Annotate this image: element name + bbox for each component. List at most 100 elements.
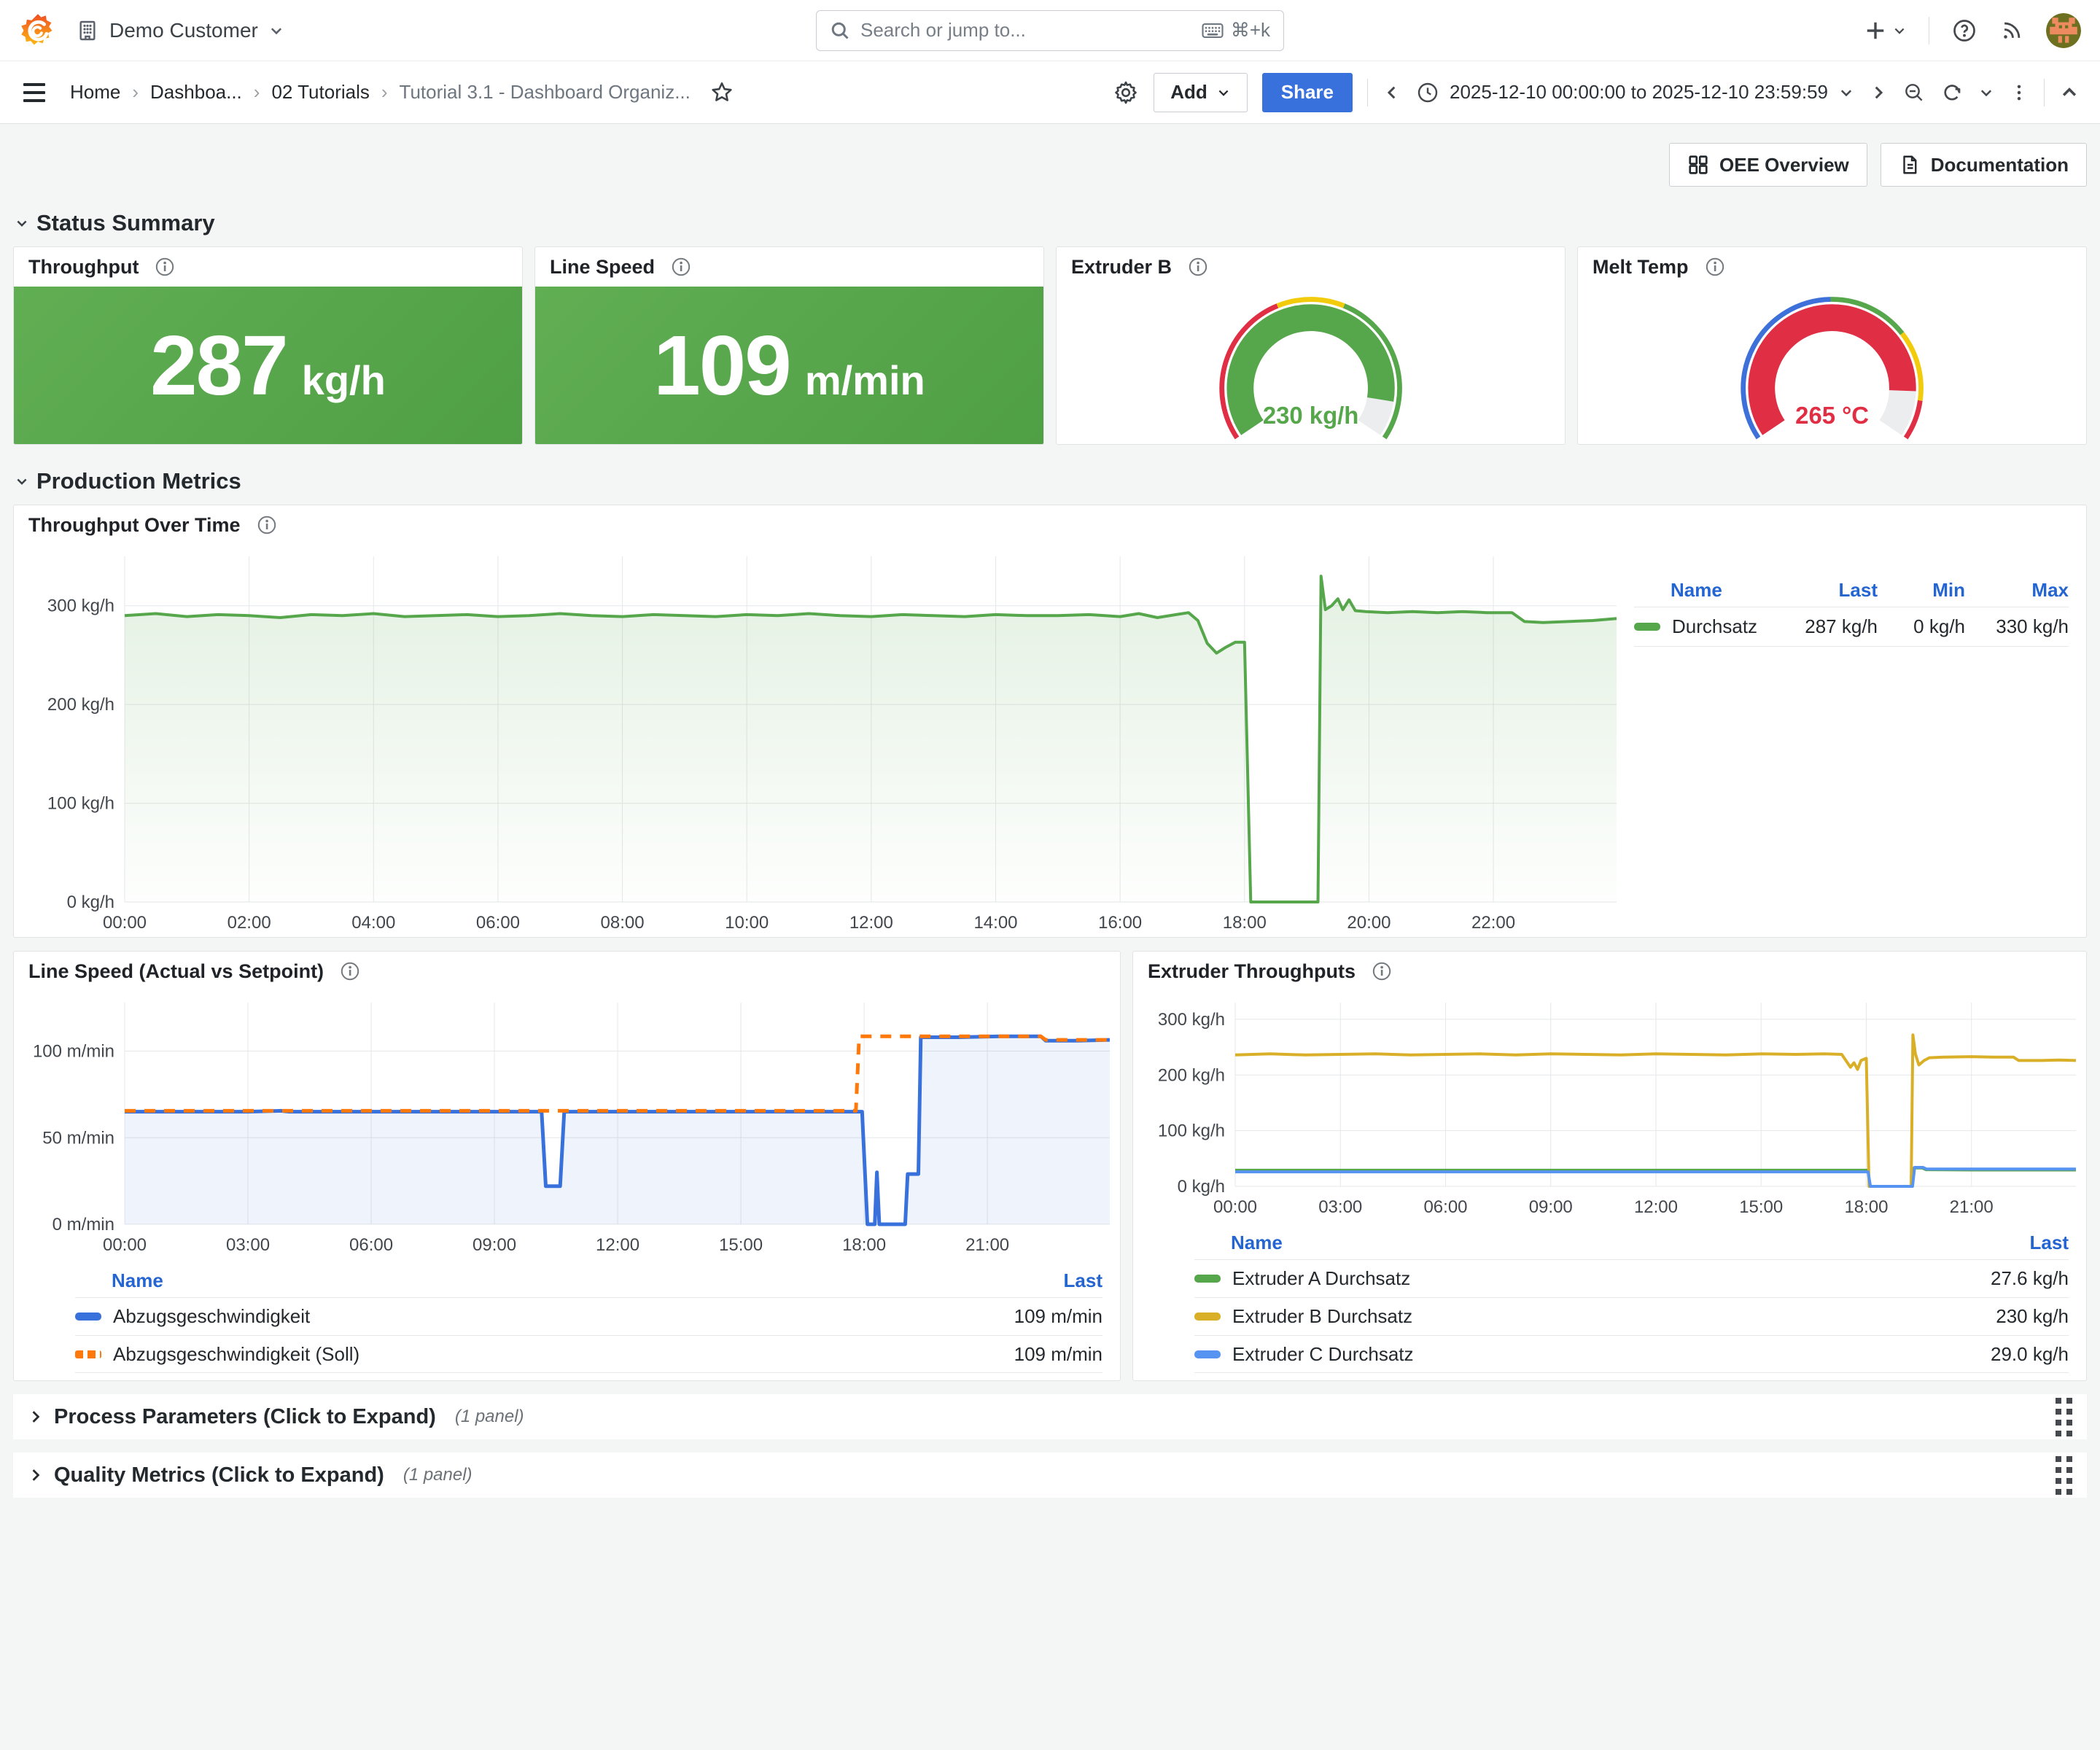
- legend-header-min[interactable]: Min: [1878, 579, 1965, 602]
- breadcrumb-dashboards[interactable]: Dashboa...: [150, 81, 242, 104]
- extruder-throughputs-chart[interactable]: 0 kg/h100 kg/h200 kg/h300 kg/h00:0003:00…: [1133, 991, 2086, 1221]
- add-button[interactable]: Add: [1154, 73, 1248, 112]
- svg-text:300 kg/h: 300 kg/h: [47, 596, 114, 616]
- legend-row[interactable]: Extruder A Durchsatz 27.6 kg/h: [1194, 1259, 2069, 1297]
- refresh-interval-dropdown[interactable]: [1978, 85, 1994, 101]
- time-shift-back-button[interactable]: [1382, 83, 1401, 102]
- breadcrumb-separator: ›: [132, 81, 139, 104]
- breadcrumb-folder[interactable]: 02 Tutorials: [271, 81, 369, 104]
- grafana-dashboard: Demo Customer ⌘+k: [0, 0, 2100, 1750]
- legend-header-name[interactable]: Name: [75, 1269, 1064, 1292]
- line-speed-chart[interactable]: 0 m/min50 m/min100 m/min00:0003:0006:000…: [14, 991, 1120, 1259]
- row-process-parameters[interactable]: Process Parameters (Click to Expand) (1 …: [13, 1394, 2087, 1439]
- panel-title[interactable]: Throughput: [28, 256, 139, 279]
- org-switcher[interactable]: Demo Customer: [76, 19, 284, 42]
- legend-header-last[interactable]: Last: [2030, 1232, 2069, 1254]
- stat-value-area[interactable]: 109 m/min: [535, 287, 1043, 444]
- drag-handle-icon[interactable]: [2056, 1398, 2072, 1436]
- favorite-button[interactable]: [709, 80, 734, 105]
- throughput-chart[interactable]: 0 kg/h100 kg/h200 kg/h300 kg/h00:0002:00…: [14, 545, 1627, 937]
- svg-text:12:00: 12:00: [596, 1235, 639, 1255]
- chevron-up-icon: [2059, 82, 2080, 103]
- zoom-out-button[interactable]: [1902, 81, 1926, 104]
- search-input[interactable]: [860, 19, 1191, 42]
- panel-title[interactable]: Extruder B: [1071, 256, 1172, 279]
- oee-overview-link[interactable]: OEE Overview: [1669, 143, 1867, 187]
- legend-header-last[interactable]: Last: [1767, 579, 1878, 602]
- svg-text:100 kg/h: 100 kg/h: [1158, 1121, 1225, 1141]
- stat-value-area[interactable]: 287 kg/h: [14, 287, 522, 444]
- legend-row[interactable]: Extruder C Durchsatz 29.0 kg/h: [1194, 1335, 2069, 1373]
- grafana-logo[interactable]: [19, 12, 57, 50]
- throughput-legend-table: Name Last Min Max Durchsatz 287 kg/h 0 k…: [1627, 545, 2086, 937]
- legend-row[interactable]: Abzugsgeschwindigkeit 109 m/min: [75, 1297, 1102, 1335]
- section-production-metrics[interactable]: Production Metrics: [15, 468, 2087, 494]
- svg-text:18:00: 18:00: [1844, 1197, 1888, 1217]
- series-name: Extruder B Durchsatz: [1232, 1305, 1412, 1328]
- svg-text:02:00: 02:00: [228, 913, 271, 933]
- collapse-toolbar-button[interactable]: [2059, 82, 2080, 103]
- kebab-menu-button[interactable]: [2009, 82, 2029, 103]
- chevron-down-icon: [15, 216, 29, 230]
- info-icon[interactable]: [257, 515, 277, 535]
- legend-header-last[interactable]: Last: [1064, 1269, 1102, 1292]
- row-quality-metrics[interactable]: Quality Metrics (Click to Expand) (1 pan…: [13, 1452, 2087, 1498]
- svg-text:300 kg/h: 300 kg/h: [1158, 1010, 1225, 1030]
- chevron-right-icon: [28, 1409, 44, 1425]
- avatar[interactable]: [2046, 13, 2081, 48]
- section-status-summary[interactable]: Status Summary: [15, 210, 2087, 236]
- kebab-icon: [2009, 82, 2029, 103]
- legend-header-name[interactable]: Name: [1634, 579, 1767, 602]
- help-icon: [1951, 18, 1978, 44]
- gauge-extruder-b[interactable]: 230 kg/h: [1057, 287, 1565, 444]
- help-button[interactable]: [1951, 18, 1978, 44]
- divider: [2044, 79, 2045, 106]
- stat-unit: kg/h: [302, 357, 386, 404]
- info-icon[interactable]: [340, 961, 360, 981]
- legend-row[interactable]: Extruder B Durchsatz 230 kg/h: [1194, 1297, 2069, 1335]
- info-icon[interactable]: [671, 257, 691, 277]
- panel-title[interactable]: Melt Temp: [1592, 256, 1689, 279]
- info-icon[interactable]: [1372, 961, 1392, 981]
- chevron-left-icon: [1382, 83, 1401, 102]
- panel-line-speed: Line Speed 109 m/min: [534, 246, 1044, 445]
- gauge-melt-temp[interactable]: 265 °C: [1578, 287, 2086, 444]
- top-nav: Demo Customer ⌘+k: [0, 0, 2100, 61]
- plus-icon: [1864, 20, 1886, 42]
- legend-header-max[interactable]: Max: [1965, 579, 2069, 602]
- panel-title[interactable]: Line Speed: [550, 256, 655, 279]
- svg-text:200 kg/h: 200 kg/h: [1158, 1065, 1225, 1085]
- svg-text:09:00: 09:00: [1529, 1197, 1573, 1217]
- svg-text:15:00: 15:00: [719, 1235, 763, 1255]
- dashboard-body: OEE Overview Documentation Status Summar…: [0, 124, 2100, 1498]
- news-button[interactable]: [1999, 18, 2024, 43]
- info-icon[interactable]: [1188, 257, 1208, 277]
- drag-handle-icon[interactable]: [2056, 1456, 2072, 1495]
- info-icon[interactable]: [155, 257, 175, 277]
- rss-icon: [1999, 18, 2024, 43]
- time-shift-forward-button[interactable]: [1869, 83, 1888, 102]
- panel-title[interactable]: Extruder Throughputs: [1148, 960, 1356, 983]
- info-icon[interactable]: [1705, 257, 1725, 277]
- chevron-right-icon: [1869, 83, 1888, 102]
- dashboard-settings-button[interactable]: [1113, 79, 1139, 106]
- panel-line-speed-chart: Line Speed (Actual vs Setpoint) 0 m/min5…: [13, 951, 1121, 1381]
- search-box[interactable]: ⌘+k: [816, 10, 1284, 51]
- breadcrumb-home[interactable]: Home: [70, 81, 120, 104]
- legend-row[interactable]: Durchsatz 287 kg/h 0 kg/h 330 kg/h: [1634, 607, 2069, 647]
- series-last: 27.6 kg/h: [1991, 1267, 2069, 1290]
- svg-text:20:00: 20:00: [1347, 913, 1391, 933]
- series-swatch: [1634, 623, 1660, 631]
- panel-title[interactable]: Line Speed (Actual vs Setpoint): [28, 960, 324, 983]
- refresh-button[interactable]: [1940, 81, 1964, 104]
- dashboard-links: OEE Overview Documentation: [13, 143, 2087, 187]
- documentation-link[interactable]: Documentation: [1881, 143, 2087, 187]
- panel-title[interactable]: Throughput Over Time: [28, 514, 241, 537]
- svg-text:10:00: 10:00: [725, 913, 769, 933]
- share-button[interactable]: Share: [1262, 73, 1353, 112]
- menu-toggle-button[interactable]: [20, 80, 48, 105]
- add-new-button[interactable]: [1864, 20, 1907, 42]
- time-range-picker[interactable]: 2025-12-10 00:00:00 to 2025-12-10 23:59:…: [1416, 81, 1854, 104]
- legend-row[interactable]: Abzugsgeschwindigkeit (Soll) 109 m/min: [75, 1335, 1102, 1373]
- legend-header-name[interactable]: Name: [1194, 1232, 2030, 1254]
